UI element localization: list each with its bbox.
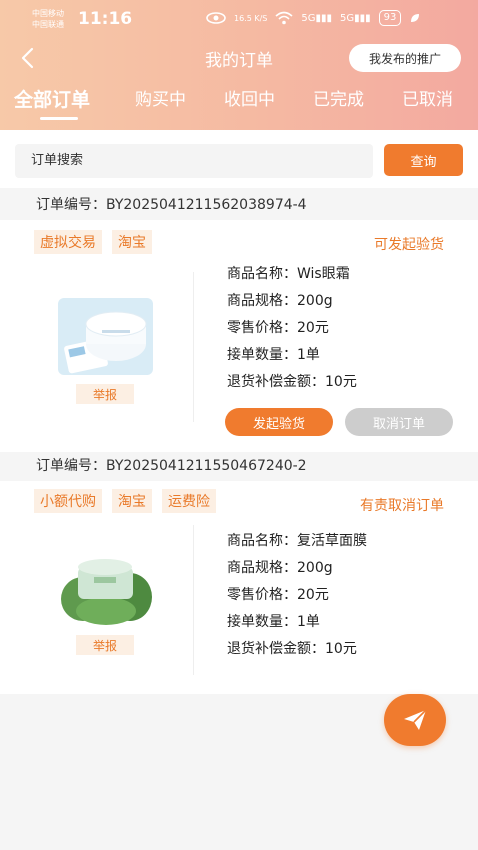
wifi-icon: [275, 11, 293, 25]
carrier-2: 中国联通: [32, 20, 64, 29]
nav-bar: 我的订单 我发布的推广: [0, 40, 478, 78]
tab-completed[interactable]: 已完成: [313, 86, 364, 114]
report-button[interactable]: 举报: [76, 384, 134, 404]
order-tags: 虚拟交易 淘宝: [34, 230, 152, 254]
carrier-1: 中国移动: [32, 9, 64, 18]
retail-price: 零售价格：20元: [227, 320, 329, 336]
cancel-order-button[interactable]: 取消订单: [345, 408, 453, 436]
signal-1-label: 5G: [301, 12, 316, 24]
order-search-input[interactable]: 订单搜索: [15, 144, 373, 178]
order-tag: 小额代购: [34, 489, 102, 513]
order-number: 订单编号：BY20250412115620389​74-4: [36, 197, 307, 213]
start-inspection-button[interactable]: 发起验货: [225, 408, 333, 436]
eye-icon: [206, 12, 226, 24]
retail-price: 零售价格：20元: [227, 587, 329, 603]
product-image[interactable]: [58, 298, 153, 375]
product-details: 商品名称：复活草面膜 商品规格：200g 零售价格：20元 接单数量：1单 退货…: [227, 531, 367, 666]
tab-all-orders[interactable]: 全部订单: [14, 86, 90, 114]
order-status: 有责取消订单: [360, 498, 444, 514]
eye-cream-jar-image: [58, 298, 153, 375]
order-tag: 运费险: [162, 489, 216, 513]
status-bar: 中国移动 中国联通 11:16 16.5 K/S 5G▮▮▮ 5G▮▮▮ 93: [0, 0, 478, 40]
leaf-icon: [411, 14, 420, 22]
order-quantity: 接单数量：1单: [227, 347, 320, 363]
paper-plane-icon: [404, 709, 427, 730]
product-spec: 商品规格：200g: [227, 560, 333, 576]
vertical-divider: [193, 525, 194, 675]
product-spec: 商品规格：200g: [227, 293, 333, 309]
product-details: 商品名称：Wis眼霜 商品规格：200g 零售价格：20元 接单数量：1单 退货…: [227, 264, 357, 399]
order-number: 订单编号：BY20250412115504672​40-2: [36, 458, 307, 474]
face-mask-jar-image: [58, 549, 153, 626]
report-button[interactable]: 举报: [76, 635, 134, 655]
my-promotions-button[interactable]: 我发布的推广: [349, 44, 461, 72]
product-name: 商品名称：复活草面膜: [227, 533, 367, 549]
order-tags: 小额代购 淘宝 运费险: [34, 489, 216, 513]
search-area: 订单搜索 查询: [0, 130, 478, 188]
vertical-divider: [193, 272, 194, 422]
order-quantity: 接单数量：1单: [227, 614, 320, 630]
status-icons: 16.5 K/S 5G▮▮▮ 5G▮▮▮ 93: [206, 10, 421, 26]
tab-cancelled[interactable]: 已取消: [402, 86, 453, 114]
return-compensation: 退货补偿金额：10元: [227, 641, 357, 657]
tab-buying[interactable]: 购买中: [135, 86, 186, 114]
header: 中国移动 中国联通 11:16 16.5 K/S 5G▮▮▮ 5G▮▮▮ 93: [0, 0, 478, 130]
order-status: 可发起验货: [374, 237, 444, 253]
tab-retrieving[interactable]: 收回中: [224, 86, 275, 114]
search-button[interactable]: 查询: [384, 144, 463, 176]
carrier-info: 中国移动 中国联通: [32, 8, 64, 30]
order-card: 小额代购 淘宝 运费险 有责取消订单 举报 商品名称：复活草面膜 商品规格：20…: [0, 481, 478, 694]
return-compensation: 退货补偿金额：10元: [227, 374, 357, 390]
active-tab-indicator: [40, 117, 78, 120]
order-tag: 淘宝: [112, 489, 152, 513]
order-card: 虚拟交易 淘宝 可发起验货 举报 商品名称：Wis眼霜 商品规格：200g 零售…: [0, 220, 478, 452]
signal-2: 5G▮▮▮: [340, 12, 371, 24]
order-tag: 淘宝: [112, 230, 152, 254]
order-tag: 虚拟交易: [34, 230, 102, 254]
product-name: 商品名称：Wis眼霜: [227, 266, 350, 282]
publish-floating-button[interactable]: [384, 694, 446, 746]
product-image[interactable]: [58, 549, 153, 626]
signal-1: 5G▮▮▮: [301, 12, 333, 24]
battery-indicator: 93: [378, 10, 402, 26]
clock: 11:16: [78, 9, 133, 29]
order-tabs: 全部订单 购买中 收回中 已完成 已取消: [0, 86, 478, 126]
net-speed: 16.5 K/S: [234, 13, 268, 23]
signal-2-label: 5G: [340, 12, 355, 24]
